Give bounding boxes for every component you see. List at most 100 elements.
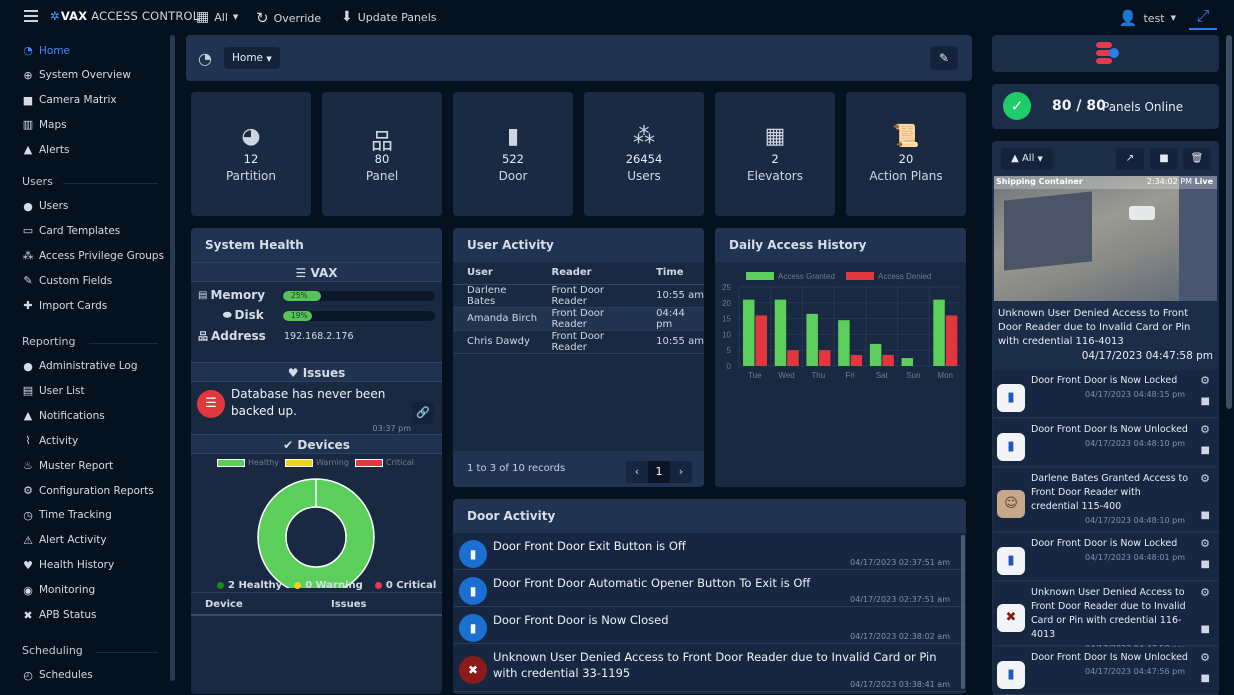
bar-access-granted-fri[interactable] (838, 320, 850, 366)
sidebar-item-apb-status[interactable]: ✖ APB Status (22, 609, 96, 622)
stat-card-panel[interactable]: 品 80 Panel (322, 92, 442, 216)
door-activity-item[interactable]: ▮ Door Front Door Automatic Opener Button… (453, 570, 966, 607)
prev-page-button[interactable]: ‹ (626, 461, 648, 483)
building-filter-dropdown[interactable]: ▦ All ▼ (196, 9, 238, 25)
video-camera-icon[interactable]: ■ (1201, 673, 1210, 684)
cogs-icon[interactable]: ⚙ (1200, 472, 1210, 485)
sidebar-item-home[interactable]: ◔ Home (22, 44, 70, 57)
update-panels-button[interactable]: ⬇ Update Panels (341, 9, 436, 25)
bar-access-denied-wed[interactable] (787, 350, 799, 366)
bar-access-granted-sat[interactable] (869, 343, 882, 366)
table-row[interactable]: Chris Dawdy Front Door Reader 10:55 am (453, 330, 704, 354)
table-row[interactable]: Darlene Bates Front Door Reader 10:55 am (453, 284, 704, 308)
live-event-item[interactable]: ▮ Door Front Door is Now Locked 04/17/2023… (993, 533, 1218, 581)
page-number[interactable]: 1 (648, 461, 670, 483)
sidebar-section-scheduling: Scheduling (22, 644, 83, 658)
bar-access-granted-tue[interactable] (743, 299, 755, 366)
dashboard-selector[interactable]: Home ▼ (224, 47, 280, 69)
sidebar-item-health-history[interactable]: ♥ Health History (22, 559, 114, 572)
sidebar-item-access-privilege-groups[interactable]: ⁂ Access Privilege Groups (22, 249, 165, 262)
sidebar-item-activity[interactable]: ⌇ Activity (22, 434, 78, 447)
sidebar-item-time-tracking[interactable]: ◷ Time Tracking (22, 509, 112, 522)
sidebar-item-alerts[interactable]: ▲ Alerts (22, 143, 70, 156)
bar-access-granted-sun[interactable] (901, 358, 914, 366)
expand-icon[interactable]: ⤢ (1189, 4, 1217, 30)
live-event-item[interactable]: ▮ Door Front Door is Now Locked 04/17/2023… (993, 370, 1218, 418)
bar-access-denied-sat[interactable] (882, 354, 894, 366)
sidebar-item-configuration-reports[interactable]: ⚙ Configuration Reports (22, 484, 154, 497)
sidebar-item-alert-activity[interactable]: ⚠ Alert Activity (22, 534, 107, 547)
sidebar-item-users[interactable]: ● Users (22, 200, 68, 213)
popout-button[interactable]: ↗ (1116, 148, 1144, 170)
live-event-item[interactable]: ✖ Unknown User Denied Access to Front Doo… (993, 582, 1218, 653)
sidebar-item-muster-report[interactable]: ♨ Muster Report (22, 459, 113, 472)
sidebar-item-user-list[interactable]: ▤ User List (22, 384, 85, 397)
stat-card-elevators[interactable]: ▦ 2 Elevators (715, 92, 835, 216)
sidebar-item-system-overview[interactable]: ⊕ System Overview (22, 69, 131, 82)
column-reader[interactable]: Reader (537, 262, 643, 285)
sidebar-item-custom-fields[interactable]: ✎ Custom Fields (22, 274, 112, 287)
sidebar-item-schedules[interactable]: ◴ Schedules (22, 669, 93, 682)
video-camera-icon: ■ (22, 93, 34, 107)
legend-item-healthy[interactable]: Healthy (217, 458, 279, 467)
app-logo[interactable]: ✲VAX ACCESS CONTROL (50, 9, 199, 23)
edit-dashboard-button[interactable]: ✎ (930, 46, 958, 70)
cogs-icon[interactable]: ⚙ (1200, 537, 1210, 550)
column-time[interactable]: Time (642, 262, 704, 285)
sidebar-item-monitoring[interactable]: ◉ Monitoring (22, 584, 95, 597)
table-row[interactable]: Amanda Birch Front Door Reader 04:44 pm (453, 307, 704, 331)
legend-item-critical[interactable]: Critical (354, 458, 414, 467)
door-activity-scrollbar[interactable] (961, 535, 965, 689)
user-menu[interactable]: 👤 test ▼ (1119, 9, 1176, 27)
stat-card-users[interactable]: ⁂ 26454 Users (584, 92, 704, 216)
video-camera-icon[interactable]: ■ (1201, 624, 1210, 635)
next-page-button[interactable]: › (670, 461, 692, 483)
column-user[interactable]: User (453, 262, 538, 285)
sidebar-item-notifications[interactable]: ▲ Notifications (22, 409, 105, 422)
sidebar-item-administrative-log[interactable]: ● Administrative Log (22, 360, 137, 373)
event-filter-dropdown[interactable]: ▲ All ▼ (1001, 148, 1053, 170)
stat-card-partition[interactable]: ◕ 12 Partition (191, 92, 311, 216)
live-event-item[interactable]: ▮ Door Front Door Is Now Unlocked 04/17/20… (993, 647, 1218, 695)
bar-access-granted-thu[interactable] (806, 313, 818, 366)
hamburger-menu-icon[interactable] (24, 10, 38, 22)
video-camera-icon[interactable]: ■ (1201, 510, 1210, 521)
cogs-icon[interactable]: ⚙ (1200, 586, 1210, 599)
bar-access-denied-thu[interactable] (818, 350, 831, 366)
stat-card-door[interactable]: ▮ 522 Door (453, 92, 573, 216)
legend-item-warning[interactable]: Warning (285, 458, 349, 467)
cogs-icon[interactable]: ⚙ (1200, 374, 1210, 387)
live-event-item[interactable]: ▮ Door Front Door Is Now Unlocked 04/17/20… (993, 419, 1218, 467)
sidebar-item-card-templates[interactable]: ▭ Card Templates (22, 224, 121, 237)
override-button[interactable]: ↻ Override (256, 9, 321, 27)
door-activity-item[interactable]: ▮ Door Front Door is Now Closed 04/17/2023… (453, 607, 966, 644)
delete-button[interactable]: 🗑 (1183, 148, 1211, 170)
stat-card-action-plans[interactable]: 📜 20 Action Plans (846, 92, 966, 216)
sidebar-item-camera-matrix[interactable]: ■ Camera Matrix (22, 94, 117, 107)
page-scrollbar[interactable] (1226, 35, 1232, 409)
column-device[interactable]: Device (191, 593, 331, 614)
sidebar-item-import-cards[interactable]: ✚ Import Cards (22, 299, 107, 312)
bar-access-denied-mon[interactable] (945, 315, 958, 366)
video-camera-icon[interactable]: ■ (1201, 445, 1210, 456)
bar-access-granted-wed[interactable] (774, 299, 787, 366)
cogs-icon[interactable]: ⚙ (1200, 651, 1210, 664)
link-button[interactable]: 🔗 (412, 402, 434, 424)
column-issues[interactable]: Issues (331, 593, 366, 614)
legend-swatch-0[interactable] (746, 272, 774, 280)
camera-feed[interactable]: Shipping Container 2:34:02 PM Live (994, 176, 1217, 301)
cogs-icon[interactable]: ⚙ (1200, 423, 1210, 436)
database-status-icon[interactable] (1096, 42, 1119, 64)
sidebar-scrollbar[interactable] (170, 35, 175, 681)
bar-access-denied-tue[interactable] (755, 315, 768, 366)
video-camera-icon[interactable]: ■ (1201, 559, 1210, 570)
bar-access-denied-fri[interactable] (850, 354, 863, 366)
video-camera-icon[interactable]: ■ (1201, 396, 1210, 407)
sidebar-item-maps[interactable]: ▥ Maps (22, 118, 67, 131)
live-event-item[interactable]: ☺ Darlene Bates Granted Access to Front D… (993, 468, 1218, 532)
legend-swatch-1[interactable] (846, 272, 874, 280)
door-activity-item[interactable]: ✖ Unknown User Denied Access to Front Doo… (453, 644, 966, 692)
stop-button[interactable]: ■ (1150, 148, 1178, 170)
bar-access-granted-mon[interactable] (933, 299, 945, 366)
door-activity-item[interactable]: ▮ Door Front Door Exit Button is Off 04/17… (453, 533, 966, 570)
